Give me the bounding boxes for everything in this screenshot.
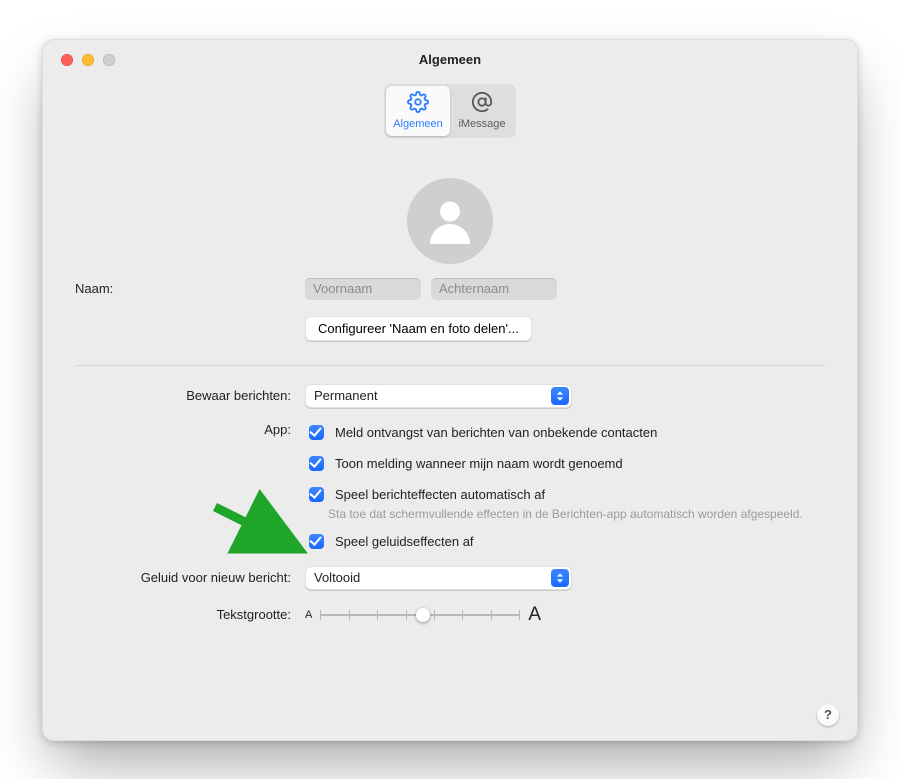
window-controls: [61, 54, 115, 66]
check-sound-effects[interactable]: Speel geluidseffecten af: [305, 531, 474, 552]
check-auto-effects-label: Speel berichteffecten automatisch af: [335, 487, 545, 502]
window-title: Algemeen: [43, 40, 857, 80]
sound-value: Voltooid: [314, 570, 360, 585]
textsize-min-icon: A: [305, 609, 312, 621]
check-auto-effects-box[interactable]: [309, 487, 324, 502]
check-notify-name-box[interactable]: [309, 456, 324, 471]
sound-select[interactable]: Voltooid: [305, 566, 572, 590]
slider-thumb[interactable]: [416, 608, 430, 622]
help-button[interactable]: ?: [817, 704, 839, 726]
share-name-photo-label: Configureer 'Naam en foto delen'...: [318, 321, 519, 336]
preferences-window: Algemeen Algemeen iMessage: [42, 39, 858, 741]
app-label: App:: [75, 422, 291, 437]
chevron-updown-icon: [551, 569, 569, 587]
check-sound-effects-box[interactable]: [309, 534, 324, 549]
close-window-button[interactable]: [61, 54, 73, 66]
check-notify-unknown-label: Meld ontvangst van berichten van onbeken…: [335, 425, 657, 440]
person-icon: [420, 189, 480, 252]
first-name-input[interactable]: [305, 278, 421, 300]
textsize-label: Tekstgrootte:: [75, 607, 291, 622]
share-name-photo-button[interactable]: Configureer 'Naam en foto delen'...: [305, 316, 532, 341]
check-auto-effects-sub: Sta toe dat schermvullende effecten in d…: [328, 507, 803, 521]
zoom-window-button[interactable]: [103, 54, 115, 66]
check-notify-name[interactable]: Toon melding wanneer mijn naam wordt gen…: [305, 453, 623, 474]
keep-messages-select[interactable]: Permanent: [305, 384, 572, 408]
check-auto-effects[interactable]: Speel berichteffecten automatisch af: [305, 484, 803, 505]
keep-messages-value: Permanent: [314, 388, 378, 403]
help-icon: ?: [824, 707, 832, 722]
section-divider: [75, 365, 825, 366]
gear-icon: [407, 91, 429, 116]
name-label: Naam:: [75, 281, 113, 296]
at-icon: [471, 91, 493, 116]
chevron-updown-icon: [551, 387, 569, 405]
tab-imessage-label: iMessage: [458, 118, 505, 130]
keep-messages-label: Bewaar berichten:: [75, 388, 291, 403]
check-notify-name-label: Toon melding wanneer mijn naam wordt gen…: [335, 456, 623, 471]
tab-group: Algemeen iMessage: [384, 84, 516, 138]
content-area: Naam: Configureer 'Naam en foto delen'..…: [43, 148, 857, 626]
preferences-toolbar: Algemeen iMessage: [43, 80, 857, 148]
check-sound-effects-label: Speel geluidseffecten af: [335, 534, 474, 549]
sound-label: Geluid voor nieuw bericht:: [75, 570, 291, 585]
avatar[interactable]: [407, 178, 493, 264]
tab-imessage[interactable]: iMessage: [450, 86, 514, 136]
textsize-slider[interactable]: [320, 605, 520, 625]
tab-general-label: Algemeen: [393, 118, 443, 130]
check-notify-unknown-box[interactable]: [309, 425, 324, 440]
textsize-max-icon: A: [528, 604, 541, 626]
tab-general[interactable]: Algemeen: [386, 86, 450, 136]
check-notify-unknown[interactable]: Meld ontvangst van berichten van onbeken…: [305, 422, 657, 443]
window-title-text: Algemeen: [419, 52, 481, 67]
avatar-container: [75, 178, 825, 264]
name-form: Naam: Configureer 'Naam en foto delen'..…: [75, 278, 825, 341]
minimize-window-button[interactable]: [82, 54, 94, 66]
settings-form: Bewaar berichten: Permanent App: Meld on…: [75, 384, 825, 626]
last-name-input[interactable]: [431, 278, 557, 300]
annotation-arrow: [210, 502, 310, 565]
